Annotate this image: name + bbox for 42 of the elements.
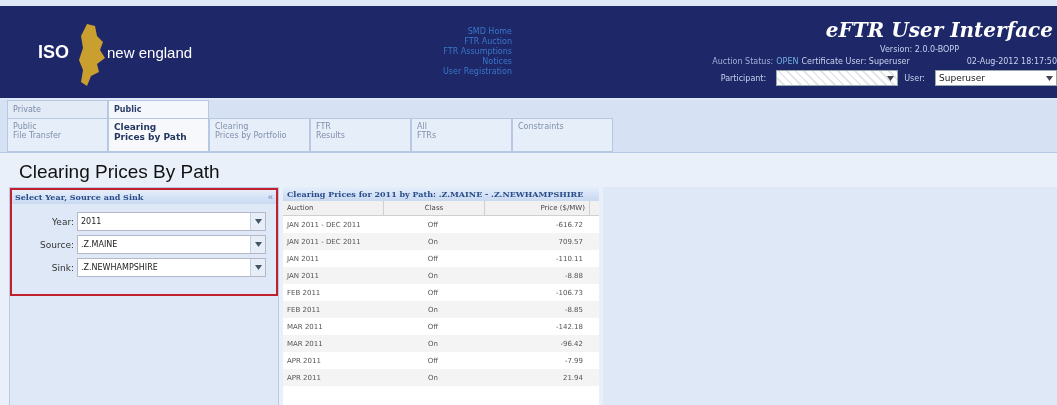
logo-mark: ISO [38,41,69,63]
nav-link[interactable]: Notices [482,57,512,67]
dropdown-button[interactable] [250,259,265,276]
caret-icon [254,265,262,270]
datetime-text: 02-Aug-2012 18:17:50 [966,57,1057,66]
page-title: Clearing Prices By Path [0,153,1057,187]
field-label: Source: [39,239,75,250]
caret-icon [1046,76,1053,81]
collapse-button[interactable]: « [268,192,273,202]
tab[interactable]: Constraints [512,118,613,152]
tab[interactable]: All FTRs [411,118,512,152]
app-title: eFTR User Interface [825,18,1054,42]
grid-title: Clearing Prices for 2011 by Path: .Z.MAINE - .Z.NEWHAMPSHIRE [283,187,599,201]
tab[interactable]: Clearing Prices by Portfolio [209,118,310,152]
caret-icon [254,242,262,247]
nav-link[interactable]: FTR Auction [464,37,512,47]
tab[interactable]: Public File Transfer [7,118,108,152]
user-label: User: [904,73,925,83]
version-text: Version: 2.0.0-BOPP [880,45,959,54]
tab[interactable]: Public [108,100,209,118]
dropdown-button[interactable] [250,213,265,230]
caret-icon [254,219,262,224]
tab[interactable]: Clearing Prices by Path [108,118,209,152]
tab[interactable]: FTR Results [310,118,411,152]
dropdown-button[interactable] [250,236,265,253]
panel-title: Select Year, Source and Sink [15,192,144,202]
nav-link[interactable]: SMD Home [467,27,512,37]
combo-box[interactable]: .Z.NEWHAMPSHIRE [77,258,266,277]
tab[interactable]: Private [7,100,108,118]
caret-icon [887,76,895,81]
auction-status: OPEN [776,57,799,66]
field-label: Year: [51,216,75,227]
combo-box[interactable]: 2011 [77,212,266,231]
field-label: Sink: [50,262,75,273]
auction-status-label: Auction Status: [712,57,774,66]
nav-link[interactable]: User Registration [442,67,512,77]
participant-label: Participant: [720,73,767,83]
nav-link[interactable]: FTR Assumptions [443,47,512,57]
combo-box[interactable]: .Z.MAINE [77,235,266,254]
logo-text: new england [107,43,193,61]
user-dropdown[interactable]: Superuser [935,70,1057,86]
certificate-user: Certificate User: Superuser [801,57,910,66]
